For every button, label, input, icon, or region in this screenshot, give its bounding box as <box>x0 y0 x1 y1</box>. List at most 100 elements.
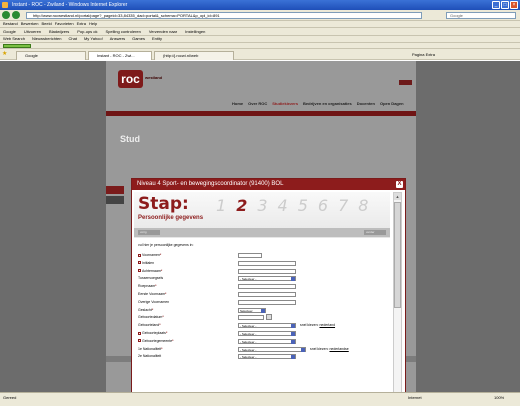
close-window-button[interactable]: × <box>510 1 518 9</box>
link-item[interactable]: Web Search <box>3 36 25 41</box>
menu-item[interactable]: Beeld <box>41 21 51 26</box>
date-input[interactable] <box>238 315 264 321</box>
favorites-star-icon[interactable]: ★ <box>2 51 8 57</box>
select-dropdown[interactable]: - Selecteer - <box>238 338 296 344</box>
chevron-down-icon[interactable] <box>291 324 295 329</box>
pagina-menu[interactable]: Pagina <box>412 52 424 57</box>
site-nav-item[interactable]: Bedrijven en organisaties <box>303 101 352 106</box>
gbar-item[interactable]: Uitvoeren <box>24 29 41 34</box>
quick-pick-link[interactable]: nederland <box>319 323 335 327</box>
quick-pick-label: snel kiezen: <box>310 346 329 351</box>
modal-scrollbar[interactable]: ▲ ▼ <box>393 192 402 392</box>
gbar-item[interactable]: Verzenden naar <box>149 29 177 34</box>
search-box[interactable]: Google <box>446 12 516 19</box>
extra-menu[interactable]: Extra <box>426 52 435 57</box>
form-row: Eerste Voornaam* <box>132 291 390 299</box>
required-marker: * <box>165 331 168 335</box>
chevron-down-icon[interactable] <box>261 308 265 313</box>
link-item[interactable]: My Yahoo! <box>84 36 103 41</box>
text-input[interactable] <box>238 299 296 305</box>
google-toolbar: Google Uitvoeren Bladwijzers Pop-ups ok Spel… <box>0 28 520 36</box>
calendar-icon[interactable] <box>266 314 272 321</box>
roc-logo: roc <box>118 70 143 88</box>
field-label: Eerste Voornaam* <box>138 292 166 297</box>
form-row: Initialen <box>132 260 390 268</box>
next-button[interactable]: verder <box>364 230 386 235</box>
maximize-button[interactable]: □ <box>501 1 509 9</box>
site-nav-item[interactable]: Docenten <box>357 101 375 106</box>
field-label: Roepnaam* <box>138 284 157 289</box>
site-nav-item[interactable]: Open Dagen <box>380 101 404 106</box>
chevron-down-icon[interactable] <box>291 355 295 360</box>
gbar-item[interactable]: Spelling controleren <box>106 29 141 34</box>
chevron-down-icon[interactable] <box>291 277 295 282</box>
quick-pick-link[interactable]: nederlandse <box>329 347 348 351</box>
chevron-down-icon[interactable] <box>291 339 295 344</box>
select-value: - Selecteer - <box>240 347 257 352</box>
menu-item[interactable]: Bewerken <box>21 21 39 26</box>
scroll-thumb[interactable] <box>394 202 401 308</box>
tab-instant[interactable]: Instant - ROC - Zwi... <box>88 51 152 60</box>
link-item[interactable]: Nieuwsberichten <box>32 36 62 41</box>
help-icon[interactable] <box>138 261 141 265</box>
site-nav-item[interactable]: Home <box>232 101 243 106</box>
site-search-button[interactable] <box>399 80 412 85</box>
select-dropdown[interactable]: - Selecteer - <box>238 331 296 336</box>
tab-other[interactable]: (http://j.rocwi.nl/web <box>154 51 234 60</box>
text-input[interactable] <box>238 253 262 258</box>
select-dropdown[interactable]: Selecteer <box>238 307 266 313</box>
field-label-text: Initialen <box>142 260 155 265</box>
help-icon[interactable] <box>138 331 141 335</box>
chevron-down-icon[interactable] <box>291 332 295 336</box>
form-row: Geboortedatum* <box>132 314 390 322</box>
field-label-text: Voornamen <box>142 253 160 257</box>
text-input[interactable] <box>238 268 296 274</box>
step-numbers: 12345678 <box>216 196 368 215</box>
menu-item[interactable]: Bestand <box>3 21 18 26</box>
link-item[interactable]: Entity <box>152 36 162 41</box>
field-label-text: Geboorteplaats <box>142 331 166 335</box>
field-label: Geslacht* <box>138 308 153 313</box>
select-dropdown[interactable]: - Selecteer - <box>238 276 296 282</box>
text-input[interactable] <box>238 260 296 266</box>
zoom-level[interactable]: 100% <box>494 395 504 400</box>
tab-google[interactable]: Google <box>16 51 86 60</box>
gbar-item[interactable]: Google <box>3 29 16 34</box>
close-icon[interactable]: X <box>396 181 403 188</box>
required-marker: * <box>159 253 162 257</box>
required-marker: * <box>165 292 167 296</box>
url-field[interactable]: http://www.rocwestland.nl/portal/page?_p… <box>26 12 422 19</box>
site-nav-item[interactable]: Over ROC <box>248 101 267 106</box>
back-button[interactable] <box>2 11 10 19</box>
text-input[interactable] <box>238 292 296 297</box>
gbar-item[interactable]: Instellingen <box>185 29 205 34</box>
site-nav: Home Over ROC Studiekiezers Bedrijven en or… <box>232 101 404 106</box>
quick-pick-label: snel kiezen: <box>300 323 319 328</box>
side-block-dark <box>106 196 124 204</box>
menu-item[interactable]: Favorieten <box>55 21 74 26</box>
scroll-up-icon[interactable]: ▲ <box>394 193 401 200</box>
previous-button[interactable]: vorig <box>138 230 160 235</box>
field-label-text: Geboorteland <box>138 323 160 328</box>
menu-item[interactable]: Extra <box>77 21 86 26</box>
link-item[interactable]: Games <box>132 36 145 41</box>
form-row: Geboorteland* - Selecteer - snel kiezen: n… <box>132 322 390 330</box>
menu-item[interactable]: Help <box>89 21 97 26</box>
quick-pick: snel kiezen: nederland <box>300 323 335 328</box>
help-icon[interactable] <box>138 253 141 257</box>
select-dropdown[interactable]: - Selecteer - <box>238 354 296 360</box>
help-icon[interactable] <box>138 339 141 343</box>
field-label: Geboorteland* <box>138 323 161 328</box>
gbar-item[interactable]: Pop-ups ok <box>77 29 97 34</box>
link-item[interactable]: Answers <box>110 36 125 41</box>
select-dropdown[interactable]: - Selecteer - <box>238 346 306 352</box>
help-icon[interactable] <box>138 269 141 273</box>
text-input[interactable] <box>238 284 296 290</box>
minimize-button[interactable]: _ <box>492 1 500 9</box>
chevron-down-icon[interactable] <box>301 347 305 352</box>
select-dropdown[interactable]: - Selecteer - <box>238 323 296 329</box>
link-item[interactable]: Chat <box>69 36 77 41</box>
gbar-item[interactable]: Bladwijzers <box>49 29 69 34</box>
forward-button[interactable] <box>12 11 20 19</box>
site-nav-item[interactable]: Studiekiezers <box>272 101 298 106</box>
